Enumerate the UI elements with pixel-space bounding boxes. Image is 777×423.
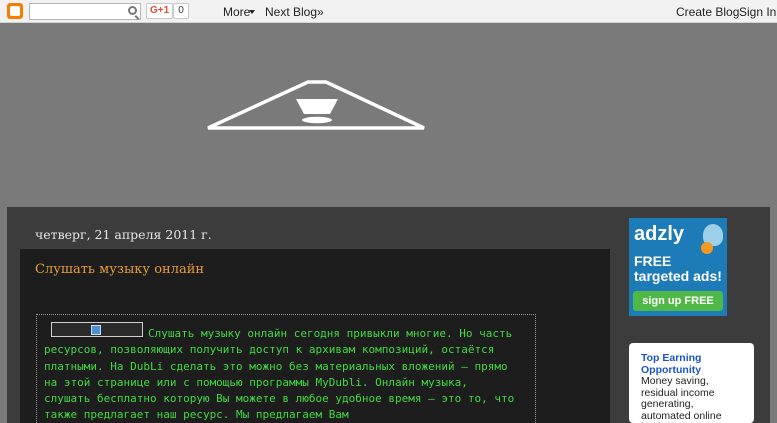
search-input[interactable] <box>29 3 141 20</box>
promo-widget: Top Earning Opportunity Money saving, re… <box>629 343 754 423</box>
blogger-logo-icon[interactable] <box>7 3 23 19</box>
post-body: Слушать музыку онлайн сегодня привыкли м… <box>44 327 515 422</box>
more-menu[interactable]: More <box>223 5 250 19</box>
blog-header-logo-icon[interactable] <box>202 76 430 134</box>
promo-text: Money saving, residual income generating… <box>641 375 722 423</box>
navbar: G+1 0 More Next Blog» Create Blog Sign I… <box>0 0 777 23</box>
chevron-down-icon[interactable] <box>249 10 255 14</box>
sign-in-link[interactable]: Sign In <box>739 5 776 19</box>
gear-icon <box>701 242 713 254</box>
sign-up-button[interactable]: sign up FREE <box>633 291 723 311</box>
search-icon[interactable] <box>128 6 137 15</box>
create-blog-link[interactable]: Create Blog <box>676 5 739 19</box>
post-title[interactable]: Слушать музыку онлайн <box>35 262 204 277</box>
ad-headline: FREE targeted ads! <box>634 253 722 284</box>
adzly-banner[interactable]: adzly FREE targeted ads! sign up FREE <box>629 218 727 316</box>
next-blog-link[interactable]: Next Blog» <box>265 5 324 19</box>
ad-brand: adzly <box>634 223 685 245</box>
gplus-count: 0 <box>173 3 189 19</box>
promo-title[interactable]: Top Earning Opportunity <box>641 352 744 376</box>
gplus-button[interactable]: G+1 <box>146 3 174 19</box>
post-date: четверг, 21 апреля 2011 г. <box>35 227 212 242</box>
